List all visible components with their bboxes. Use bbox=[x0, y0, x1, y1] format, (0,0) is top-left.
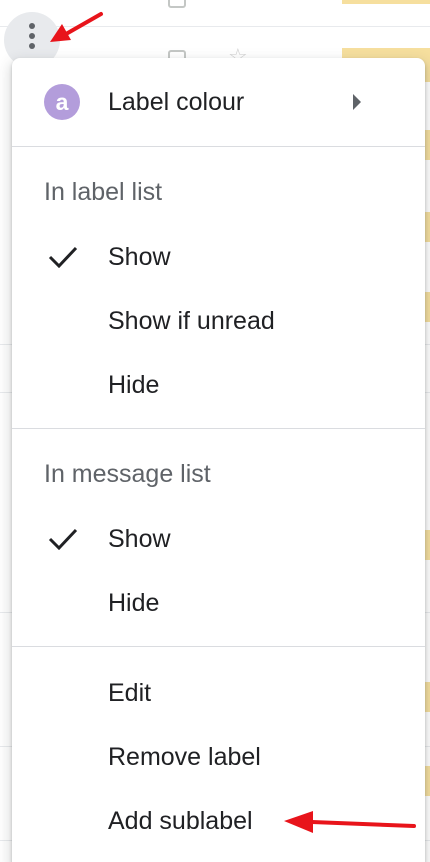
row-checkbox bbox=[168, 0, 186, 8]
highlighted-row-edge bbox=[342, 0, 430, 4]
menu-item-label: Show bbox=[108, 524, 171, 553]
menu-item-label: Edit bbox=[108, 678, 152, 707]
arrow-right-icon bbox=[353, 94, 361, 110]
menu-divider bbox=[12, 428, 425, 429]
menu-item-label: Add sublabel bbox=[108, 806, 253, 835]
menu-item-remove-label[interactable]: Remove label bbox=[12, 729, 425, 785]
check-icon bbox=[48, 246, 78, 268]
menu-item-message-list-hide[interactable]: Hide bbox=[12, 575, 425, 631]
menu-item-label-list-hide[interactable]: Hide bbox=[12, 357, 425, 413]
menu-item-add-sublabel[interactable]: Add sublabel bbox=[12, 793, 425, 849]
menu-item-edit[interactable]: Edit bbox=[12, 665, 425, 721]
label-avatar: a bbox=[44, 84, 80, 120]
menu-divider bbox=[12, 146, 425, 147]
check-icon bbox=[48, 528, 78, 550]
menu-item-label: Show bbox=[108, 242, 171, 271]
menu-item-label-colour[interactable]: a Label colour bbox=[12, 74, 425, 130]
menu-item-label: Hide bbox=[108, 370, 160, 399]
menu-item-label: Remove label bbox=[108, 742, 261, 771]
section-header-label-list: In label list bbox=[44, 178, 163, 206]
menu-item-label-list-show-if-unread[interactable]: Show if unread bbox=[12, 293, 425, 349]
section-header-message-list: In message list bbox=[44, 460, 211, 488]
label-options-menu: a Label colour In label list Show Show i… bbox=[12, 58, 425, 862]
row-divider bbox=[0, 26, 430, 27]
menu-item-label-list-show[interactable]: Show bbox=[12, 229, 425, 285]
menu-divider bbox=[12, 646, 425, 647]
menu-item-label: Label colour bbox=[108, 87, 245, 116]
menu-item-message-list-show[interactable]: Show bbox=[12, 511, 425, 567]
menu-item-label: Show if unread bbox=[108, 306, 275, 335]
menu-item-label: Hide bbox=[108, 588, 160, 617]
